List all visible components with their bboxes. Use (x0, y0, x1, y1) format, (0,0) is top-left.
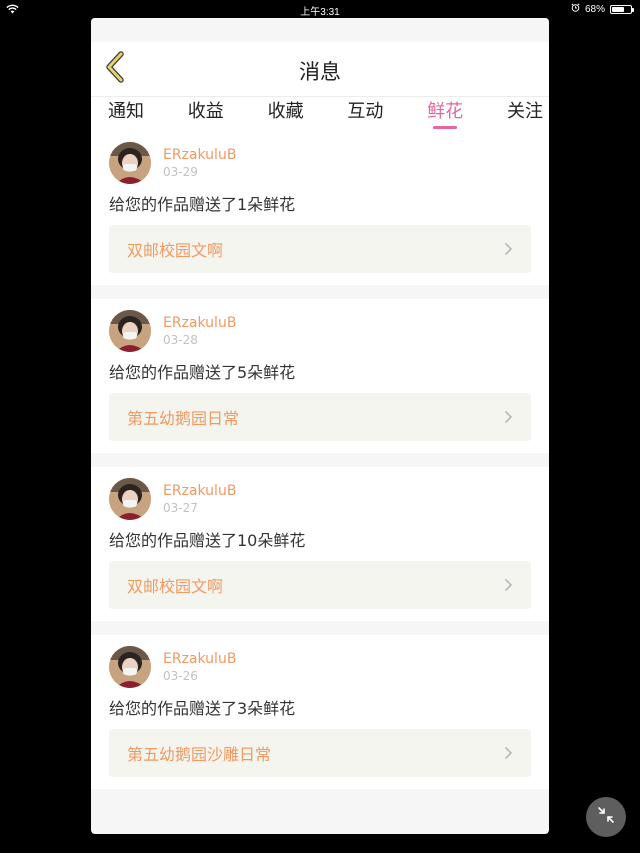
tab-earnings[interactable]: 收益 (188, 97, 224, 131)
message-date: 03-26 (163, 669, 198, 683)
message-date: 03-28 (163, 333, 198, 347)
work-link[interactable]: 第五幼鹅园沙雕日常 (109, 729, 531, 777)
tab-following[interactable]: 关注 (507, 97, 543, 131)
work-title: 双邮校园文啊 (127, 577, 224, 596)
tab-bar: 通知 收益 收藏 互动 鲜花 关注 (91, 97, 549, 131)
alarm-icon (571, 3, 580, 15)
chevron-right-icon (504, 578, 513, 592)
work-link[interactable]: 第五幼鹅园日常 (109, 393, 531, 441)
battery-percent: 68% (584, 3, 605, 15)
avatar[interactable] (109, 310, 151, 352)
status-bar: 上午3:31 68% (0, 0, 640, 18)
avatar[interactable] (109, 478, 151, 520)
tab-favorites[interactable]: 收藏 (268, 97, 304, 131)
work-link[interactable]: 双邮校园文啊 (109, 561, 531, 609)
message-text: 给您的作品赠送了10朵鲜花 (109, 531, 306, 550)
page-title: 消息 (299, 60, 341, 84)
message-card: ERzakuluB 03-28 给您的作品赠送了5朵鲜花 第五幼鹅园日常 (91, 299, 549, 453)
message-text: 给您的作品赠送了1朵鲜花 (109, 195, 296, 214)
tab-notifications[interactable]: 通知 (108, 97, 144, 131)
collapse-window-button[interactable] (586, 797, 626, 837)
avatar[interactable] (109, 142, 151, 184)
message-text: 给您的作品赠送了5朵鲜花 (109, 363, 296, 382)
tab-interactions[interactable]: 互动 (347, 97, 383, 131)
username[interactable]: ERzakuluB (163, 650, 236, 668)
message-text: 给您的作品赠送了3朵鲜花 (109, 699, 296, 718)
chevron-right-icon (504, 242, 513, 256)
work-link[interactable]: 双邮校园文啊 (109, 225, 531, 273)
message-card: ERzakuluB 03-26 给您的作品赠送了3朵鲜花 第五幼鹅园沙雕日常 (91, 635, 549, 789)
tab-flowers[interactable]: 鲜花 (427, 97, 463, 131)
message-card: ERzakuluB 03-29 给您的作品赠送了1朵鲜花 双邮校园文啊 (91, 131, 549, 285)
username[interactable]: ERzakuluB (163, 314, 236, 332)
collapse-icon (596, 805, 616, 829)
message-date: 03-27 (163, 501, 198, 515)
battery-icon (610, 4, 634, 14)
username[interactable]: ERzakuluB (163, 146, 236, 164)
chevron-right-icon (504, 746, 513, 760)
work-title: 第五幼鹅园日常 (127, 409, 240, 428)
status-time: 上午3:31 (300, 7, 340, 18)
message-date: 03-29 (163, 165, 198, 179)
message-card: ERzakuluB 03-27 给您的作品赠送了10朵鲜花 双邮校园文啊 (91, 467, 549, 621)
username[interactable]: ERzakuluB (163, 482, 236, 500)
app-window: 消息 通知 收益 收藏 互动 鲜花 关注 ERzakuluB 03-29 给您的… (91, 18, 549, 834)
message-list: ERzakuluB 03-29 给您的作品赠送了1朵鲜花 双邮校园文啊 ERza… (91, 131, 549, 789)
active-tab-indicator (433, 126, 458, 129)
header: 消息 (91, 42, 549, 97)
chevron-right-icon (504, 410, 513, 424)
avatar[interactable] (109, 646, 151, 688)
work-title: 双邮校园文啊 (127, 241, 224, 260)
work-title: 第五幼鹅园沙雕日常 (127, 745, 272, 764)
